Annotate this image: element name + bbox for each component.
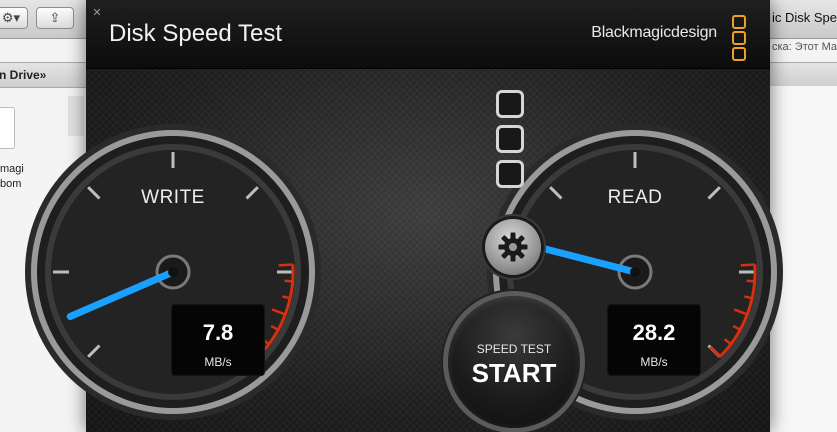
title-bar: ✕ Disk Speed Test Blackmagicdesign [86,0,770,69]
write-label: WRITE [141,187,205,208]
start-button[interactable]: SPEED TEST START [448,296,580,428]
write-speed-unit: MB/s [204,355,232,369]
file-name-line1: magi [0,163,24,175]
read-speed-unit: MB/s [640,355,668,369]
window-title: Disk Speed Test [109,20,282,47]
document-icon[interactable] [0,107,15,149]
drive-slot-icon[interactable] [496,160,524,188]
brand-logo-icon [732,15,746,61]
target-drive-selector[interactable] [496,90,528,195]
close-icon[interactable]: ✕ [91,7,103,19]
finder-window-subtitle: ска: Этот Ма [772,41,837,53]
read-speed-value: 28.2 [632,320,676,345]
finder-action-button[interactable]: ⚙▾ [0,7,28,29]
write-readout: 7.8 MB/s [171,304,265,376]
file-name-line2: bom [0,178,22,190]
share-icon: ⇪ [49,10,61,25]
gear-icon [498,232,528,262]
drive-slot-icon[interactable] [496,90,524,118]
finder-window-title: ic Disk Speed [772,10,837,25]
brand-logo: Blackmagicdesign [591,24,717,41]
settings-button[interactable] [485,219,541,275]
drive-slot-icon[interactable] [496,125,524,153]
gear-icon: ⚙▾ [1,10,21,25]
redline-tick [740,263,755,267]
finder-share-button[interactable]: ⇪ [36,7,74,29]
write-gauge: WRITE 7.8 MB/s [23,122,323,422]
write-gauge-dial [25,124,321,420]
disk-speed-test-window: ✕ Disk Speed Test Blackmagicdesign WRITE… [25,0,783,432]
redline-tick [278,263,293,267]
path-label[interactable]: n Drive» [0,68,46,82]
start-button-caption: SPEED TEST [476,342,552,356]
start-button-label: START [471,358,557,388]
read-readout: 28.2 MB/s [607,304,701,376]
write-speed-value: 7.8 [202,320,234,345]
read-label: READ [607,187,663,208]
